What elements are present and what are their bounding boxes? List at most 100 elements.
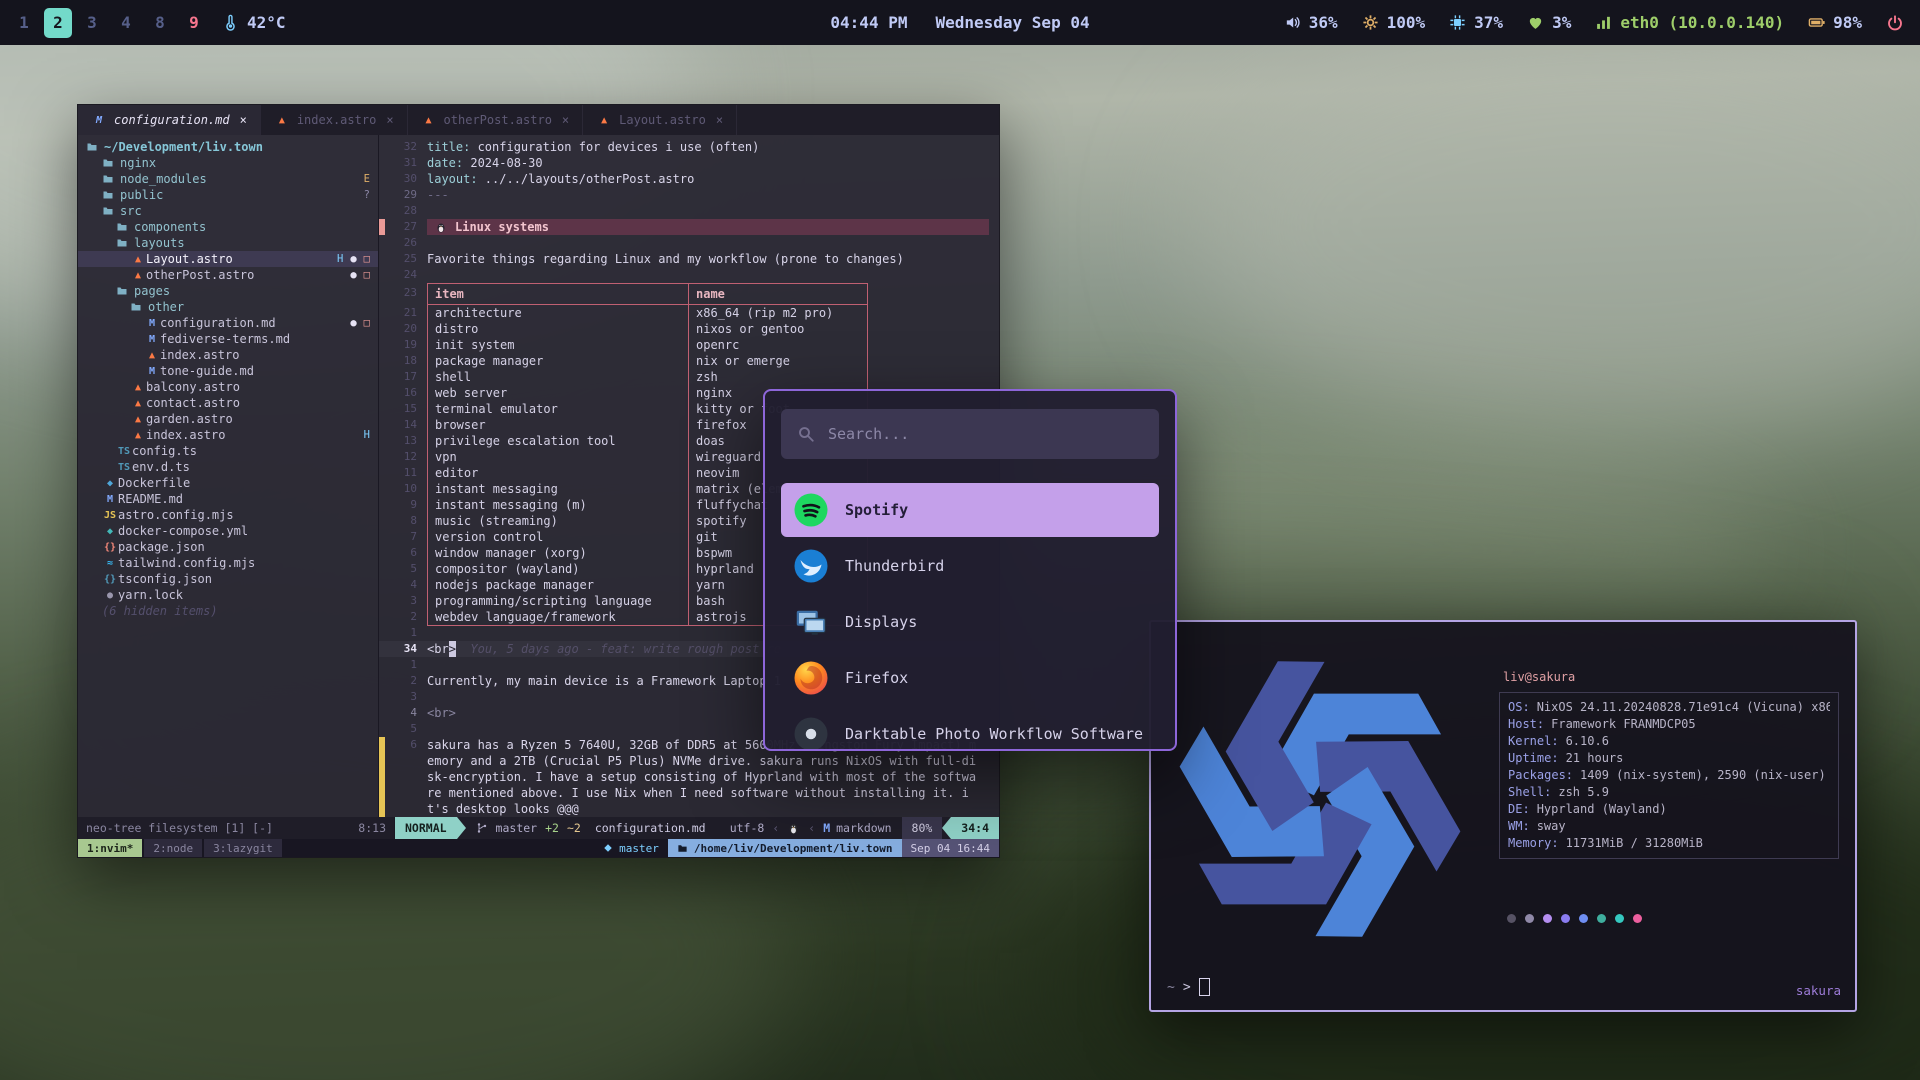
tree-item-badges: ●□: [350, 269, 370, 281]
tree-item-label: tone-guide.md: [160, 364, 254, 378]
tree-item[interactable]: ▲Layout.astroH●□: [78, 251, 378, 267]
workspace-4[interactable]: 4: [112, 8, 140, 38]
launcher-item-spotify[interactable]: Spotify: [781, 483, 1159, 537]
tree-badge: E: [364, 173, 370, 185]
table-cell-item: architecture: [427, 305, 689, 321]
workspace-2[interactable]: 2: [44, 8, 72, 38]
tab-close-icon[interactable]: ×: [562, 113, 569, 127]
tree-item[interactable]: MREADME.md: [78, 491, 378, 507]
tmux-window-3:lazygit[interactable]: 3:lazygit: [204, 839, 282, 857]
workspace-9[interactable]: 9: [180, 8, 208, 38]
tree-item[interactable]: ▲index.astroH: [78, 427, 378, 443]
battery-module[interactable]: 98%: [1808, 13, 1862, 32]
tree-item-label: otherPost.astro: [146, 268, 254, 282]
fetch-label: Host:: [1508, 716, 1544, 733]
workspace-8[interactable]: 8: [146, 8, 174, 38]
filetype-indicator: markdown: [836, 821, 891, 835]
tree-root[interactable]: ~/Development/liv.town: [78, 139, 378, 155]
table-cell-name: openrc: [689, 337, 868, 353]
launcher-item-label: Displays: [845, 613, 917, 631]
folder-icon: [102, 205, 114, 217]
tree-item[interactable]: JSastro.config.mjs: [78, 507, 378, 523]
terminal-window[interactable]: liv@sakura OS:NixOS 24.11.20240828.71e91…: [1149, 620, 1857, 1012]
tree-item[interactable]: ●yarn.lock: [78, 587, 378, 603]
workspace-1[interactable]: 1: [10, 8, 38, 38]
tree-badge: □: [364, 269, 370, 281]
heart-module[interactable]: 3%: [1527, 13, 1571, 32]
buffer-line: 21architecturex86_64 (rip m2 pro): [379, 305, 999, 321]
tree-badge: ●: [350, 269, 356, 281]
tree-item[interactable]: layouts: [78, 235, 378, 251]
line-number: 24: [385, 267, 427, 283]
tab-close-icon[interactable]: ×: [386, 113, 393, 127]
tab-configuration.md[interactable]: Mconfiguration.md×: [78, 105, 261, 135]
tree-item[interactable]: nginx: [78, 155, 378, 171]
tree-item[interactable]: other: [78, 299, 378, 315]
line-number: 11: [385, 465, 427, 481]
astro-file-icon: ▲: [130, 414, 146, 425]
workspace-3[interactable]: 3: [78, 8, 106, 38]
md-file-icon: M: [91, 115, 107, 126]
tree-item[interactable]: ≈tailwind.config.mjs: [78, 555, 378, 571]
line-number: 26: [385, 235, 427, 251]
tmux-window-1:nvim*[interactable]: 1:nvim*: [78, 839, 142, 857]
tree-item[interactable]: (6 hidden items): [78, 603, 378, 619]
line-number: 8: [385, 513, 427, 529]
tree-item[interactable]: ◆Dockerfile: [78, 475, 378, 491]
tree-item-label: package.json: [118, 540, 205, 554]
line-number: 5: [385, 561, 427, 577]
fetch-row-de: DE:Hyprland (Wayland): [1508, 801, 1830, 818]
tab-index.astro[interactable]: ▲index.astro×: [261, 105, 408, 135]
gear-module[interactable]: 100%: [1362, 13, 1426, 32]
tab-label: otherPost.astro: [444, 113, 552, 127]
tree-item[interactable]: public?: [78, 187, 378, 203]
tree-item[interactable]: ◆docker-compose.yml: [78, 523, 378, 539]
cursor-block: >: [449, 641, 456, 657]
tree-item[interactable]: src: [78, 203, 378, 219]
tab-otherPost.astro[interactable]: ▲otherPost.astro×: [408, 105, 584, 135]
powerline-arrow: [942, 817, 951, 839]
tree-item[interactable]: ▲garden.astro: [78, 411, 378, 427]
launcher-item-darktable[interactable]: Darktable Photo Workflow Software: [781, 707, 1159, 751]
fetch-row-os: OS:NixOS 24.11.20240828.71e91c4 (Vicuna)…: [1508, 699, 1830, 716]
line-text: <br>: [427, 705, 456, 721]
tree-badge: ?: [364, 189, 370, 201]
network-module[interactable]: eth0 (10.0.0.140): [1595, 13, 1784, 32]
tree-badge: H: [337, 253, 343, 265]
tmux-window-2:node[interactable]: 2:node: [144, 839, 202, 857]
line-number: 7: [385, 529, 427, 545]
tree-item[interactable]: ▲balcony.astro: [78, 379, 378, 395]
tree-item-badges: ?: [364, 189, 370, 201]
tab-close-icon[interactable]: ×: [240, 113, 247, 127]
tree-item[interactable]: ▲index.astro: [78, 347, 378, 363]
chip-value: 37%: [1474, 13, 1503, 32]
displays-icon: [793, 604, 829, 640]
launcher-item-label: Spotify: [845, 501, 908, 519]
tree-item[interactable]: ▲otherPost.astro●□: [78, 267, 378, 283]
tree-item[interactable]: Mtone-guide.md: [78, 363, 378, 379]
tmux-branch-name: master: [619, 842, 659, 855]
tree-item[interactable]: TSenv.d.ts: [78, 459, 378, 475]
tree-item[interactable]: components: [78, 219, 378, 235]
frontmatter-value: configuration for devices i use (often): [470, 139, 759, 155]
launcher-item-firefox[interactable]: Firefox: [781, 651, 1159, 705]
tree-item[interactable]: pages: [78, 283, 378, 299]
tree-item[interactable]: {}package.json: [78, 539, 378, 555]
tree-item[interactable]: Mconfiguration.md●□: [78, 315, 378, 331]
chip-module[interactable]: 37%: [1449, 13, 1503, 32]
tab-Layout.astro[interactable]: ▲Layout.astro×: [583, 105, 737, 135]
volume-module[interactable]: 36%: [1284, 13, 1338, 32]
md-file-icon: M: [144, 366, 160, 377]
launcher-search-input[interactable]: Search...: [781, 409, 1159, 459]
power-button[interactable]: [1886, 14, 1904, 32]
launcher-item-displays[interactable]: Displays: [781, 595, 1159, 649]
launcher-item-thunderbird[interactable]: Thunderbird: [781, 539, 1159, 593]
tree-item[interactable]: node_modulesE: [78, 171, 378, 187]
tree-item[interactable]: Mfediverse-terms.md: [78, 331, 378, 347]
line-number: 3: [385, 689, 427, 705]
tab-close-icon[interactable]: ×: [716, 113, 723, 127]
tree-item[interactable]: TSconfig.ts: [78, 443, 378, 459]
line-number: 21: [385, 305, 427, 321]
tree-item[interactable]: {}tsconfig.json: [78, 571, 378, 587]
tree-item[interactable]: ▲contact.astro: [78, 395, 378, 411]
